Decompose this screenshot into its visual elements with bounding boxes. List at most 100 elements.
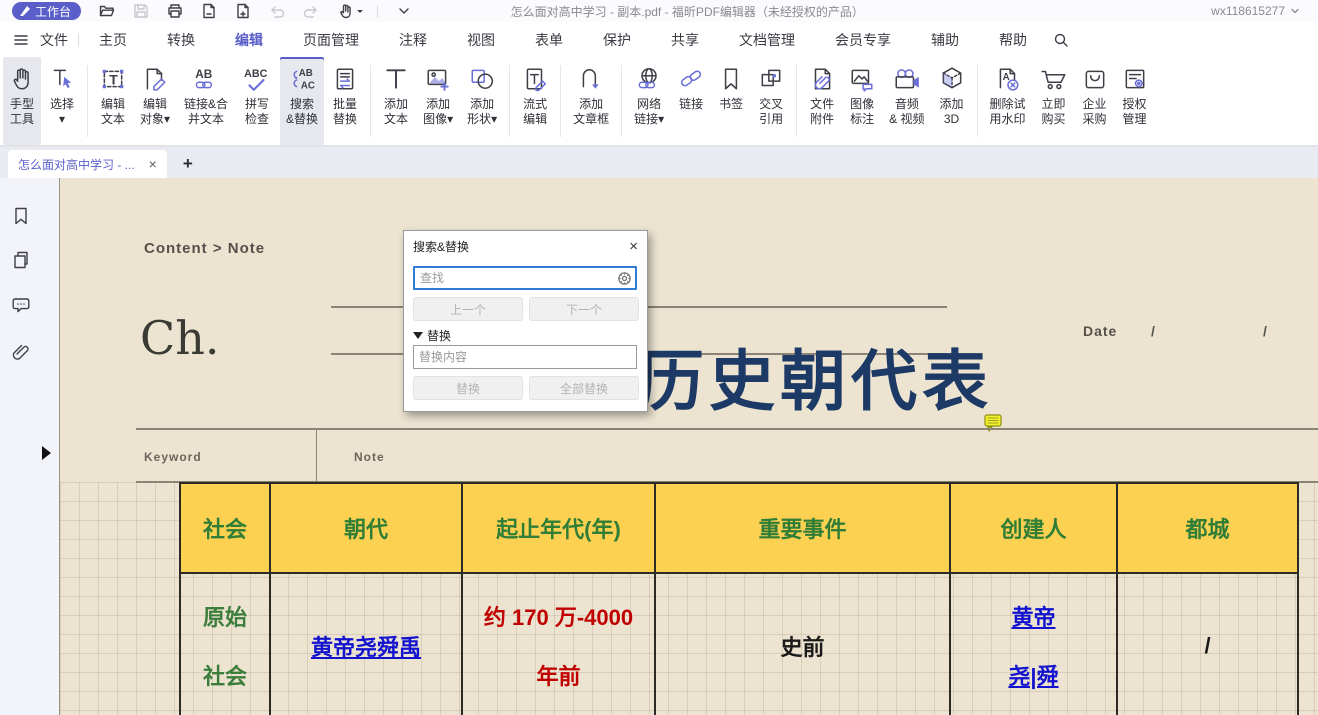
add-page-icon[interactable] xyxy=(234,3,251,20)
replace-section-label: 替换 xyxy=(427,327,451,344)
ruled-line xyxy=(136,428,1318,430)
dialog-close-icon[interactable]: × xyxy=(629,241,638,253)
search-options-gear-icon[interactable] xyxy=(617,271,632,286)
hand-gesture-dropdown-icon[interactable] xyxy=(355,3,365,20)
save-icon[interactable] xyxy=(132,3,149,20)
toolbar-group-divider xyxy=(977,65,978,137)
menu-item-document-management[interactable]: 文档管理 xyxy=(739,30,795,50)
toolbar-group-divider xyxy=(621,65,622,137)
new-tab-button[interactable]: + xyxy=(183,154,193,174)
audio-video-icon xyxy=(893,64,921,94)
cell-founder-link2[interactable]: 尧|舜 xyxy=(951,659,1116,691)
toolbar-button-batch-replace[interactable]: 批量 替换 xyxy=(326,57,364,145)
menu-item-form[interactable]: 表单 xyxy=(535,30,563,50)
doc-keyword-label: Keyword xyxy=(144,450,202,464)
menu-item-page-management[interactable]: 页面管理 xyxy=(303,30,359,50)
delete-page-icon[interactable] xyxy=(200,3,217,20)
titlebar: 工作台 怎么面对高中学习 - 副本.pdf - 福昕PDF编辑器（未经授权的产品… xyxy=(0,0,1318,22)
toolbar-button-add-3d[interactable]: 添加 3D xyxy=(933,57,971,145)
cart-icon xyxy=(1040,64,1068,94)
menu-item-view[interactable]: 视图 xyxy=(467,30,495,50)
doc-breadcrumb: Content > Note xyxy=(144,240,265,257)
toolbar-button-add-image[interactable]: 添加 图像▾ xyxy=(417,57,459,145)
svg-text:ABC: ABC xyxy=(244,68,267,80)
toolbar-button-hand-tool[interactable]: 手型 工具 xyxy=(3,57,41,145)
find-previous-button[interactable]: 上一个 xyxy=(413,297,523,321)
add-image-icon xyxy=(425,64,451,94)
table-header-row: 社会 朝代 起止年代(年) 重要事件 创建人 都城 xyxy=(180,483,1298,573)
toolbar-button-buy-now[interactable]: 立即 购买 xyxy=(1034,57,1074,145)
menu-item-convert[interactable]: 转换 xyxy=(167,30,195,50)
menu-item-comment[interactable]: 注释 xyxy=(399,30,427,50)
toolbar-button-flow-edit[interactable]: 流式 编辑 xyxy=(516,57,554,145)
customize-toolbar-chevron-icon[interactable] xyxy=(395,3,412,20)
toolbar-button-bookmark[interactable]: 书签 xyxy=(712,57,750,145)
account-menu[interactable]: wx118615277 xyxy=(1211,4,1300,18)
undo-icon[interactable] xyxy=(268,3,285,20)
sidebar-pages-icon[interactable] xyxy=(11,250,31,270)
toolbar-button-image-annotation[interactable]: 图像 标注 xyxy=(843,57,881,145)
hamburger-icon[interactable] xyxy=(14,34,28,46)
menu-item-protect[interactable]: 保护 xyxy=(603,30,631,50)
document-tab-bar: 怎么面对高中学习 - ... × + xyxy=(0,146,1318,178)
toolbar-group-divider xyxy=(370,65,371,137)
toolbar-button-web-link[interactable]: 网络 链接▾ xyxy=(628,57,670,145)
sidebar-comments-icon[interactable] xyxy=(11,295,31,315)
cell-founder-link1[interactable]: 黄帝 xyxy=(951,600,1116,632)
print-icon[interactable] xyxy=(166,3,183,20)
panel-expand-handle[interactable] xyxy=(42,446,51,460)
document-tab[interactable]: 怎么面对高中学习 - ... × xyxy=(8,150,167,178)
link-text-icon: AB xyxy=(191,64,221,94)
find-next-button[interactable]: 下一个 xyxy=(529,297,639,321)
ruled-divider xyxy=(316,428,317,482)
menu-item-file[interactable]: 文件 xyxy=(40,30,68,50)
toolbar-button-add-text[interactable]: 添加 文本 xyxy=(377,57,415,145)
menu-search-icon[interactable] xyxy=(1053,32,1069,48)
toolbar-button-remove-trial-watermark[interactable]: A 删除试 用水印 xyxy=(984,57,1032,145)
open-file-icon[interactable] xyxy=(98,3,115,20)
tab-close-icon[interactable]: × xyxy=(149,156,157,172)
replace-input[interactable] xyxy=(413,345,637,369)
toolbar-button-link-merge-text[interactable]: AB 链接&合 并文本 xyxy=(178,57,234,145)
header-dynasty: 朝代 xyxy=(270,483,462,573)
toolbar-button-enterprise-purchase[interactable]: 企业 采购 xyxy=(1076,57,1114,145)
workspace-button[interactable]: 工作台 xyxy=(12,2,81,20)
cell-society-line2: 社会 xyxy=(181,659,269,691)
toolbar-button-audio-video[interactable]: 音频 & 视频 xyxy=(883,57,930,145)
toolbar-button-search-replace[interactable]: ABAC 搜索 &替换 xyxy=(280,57,324,145)
menubar: 文件 主页 转换 编辑 页面管理 注释 视图 表单 保护 共享 文档管理 会员专… xyxy=(0,22,1318,57)
toolbar-button-select[interactable]: 选择 ▾ xyxy=(43,57,81,145)
toolbar-button-spell-check[interactable]: ABC 拼写 检查 xyxy=(236,57,278,145)
toolbar-button-file-attachment[interactable]: 文件 附件 xyxy=(803,57,841,145)
toolbar-button-cross-reference[interactable]: 交叉 引用 xyxy=(752,57,790,145)
toolbar-button-license-management[interactable]: 授权 管理 xyxy=(1116,57,1154,145)
find-input[interactable] xyxy=(413,266,637,290)
menu-item-member-exclusive[interactable]: 会员专享 xyxy=(835,30,891,50)
link-icon xyxy=(678,64,704,94)
toolbar-button-edit-object[interactable]: 编辑 对象▾ xyxy=(134,57,176,145)
account-chevron-icon xyxy=(1290,6,1300,16)
replace-button[interactable]: 替换 xyxy=(413,376,523,400)
menu-item-help[interactable]: 帮助 xyxy=(999,30,1027,50)
menu-item-home[interactable]: 主页 xyxy=(99,30,127,50)
collapse-triangle-icon xyxy=(413,332,423,339)
header-capital: 都城 xyxy=(1117,483,1298,573)
toolbar-button-edit-text[interactable]: T 编辑 文本 xyxy=(94,57,132,145)
redo-icon[interactable] xyxy=(302,3,319,20)
sidebar-attachments-icon[interactable] xyxy=(11,341,31,361)
toolbar-button-add-article-box[interactable]: 添加 文章框 xyxy=(567,57,615,145)
sidebar-bookmarks-icon[interactable] xyxy=(11,206,31,226)
menu-item-accessibility[interactable]: 辅助 xyxy=(931,30,959,50)
doc-date-slash: / xyxy=(1263,323,1267,339)
hand-gesture-icon[interactable] xyxy=(336,3,353,20)
window-title: 怎么面对高中学习 - 副本.pdf - 福昕PDF编辑器（未经授权的产品） xyxy=(511,3,864,20)
menu-item-share[interactable]: 共享 xyxy=(671,30,699,50)
toolbar-button-add-shape[interactable]: 添加 形状▾ xyxy=(461,57,503,145)
menu-item-edit[interactable]: 编辑 xyxy=(235,30,263,50)
replace-all-button[interactable]: 全部替换 xyxy=(529,376,639,400)
search-replace-dialog: 搜索&替换 × 上一个 下一个 替换 替换 全部替换 xyxy=(403,230,648,412)
cell-dynasty-link[interactable]: 黄帝尧舜禹 xyxy=(311,635,421,660)
toolbar-button-link[interactable]: 链接 xyxy=(672,57,710,145)
replace-section-toggle[interactable]: 替换 xyxy=(413,327,451,344)
batch-replace-icon xyxy=(332,64,358,94)
